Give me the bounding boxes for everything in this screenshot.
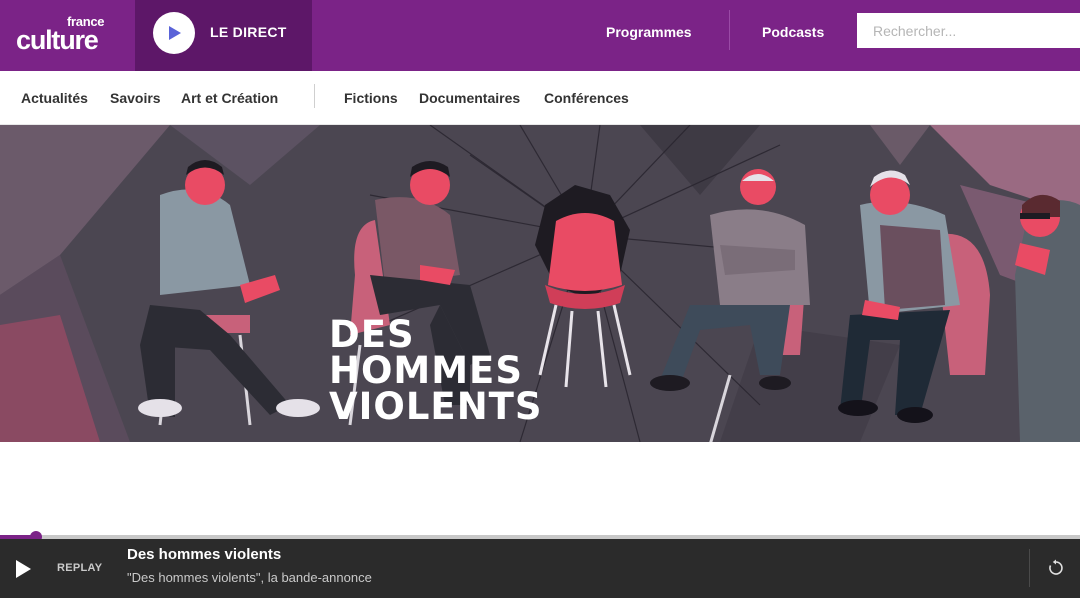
play-icon: [16, 560, 31, 578]
man-5: [1015, 194, 1080, 442]
hero-title-line: DES: [329, 313, 415, 356]
subnav-actualites[interactable]: Actualités: [21, 90, 88, 106]
nav-programmes[interactable]: Programmes: [606, 24, 692, 40]
player-play-button[interactable]: [0, 539, 45, 598]
nav-divider: [729, 10, 730, 50]
subnav-divider: [314, 84, 315, 108]
player-title[interactable]: Des hommes violents: [127, 546, 281, 563]
hero-title: DES HOMMES VIOLENTS: [329, 313, 543, 428]
subnav-documentaires[interactable]: Documentaires: [419, 90, 520, 106]
secondary-nav: Actualités Savoirs Art et Création Ficti…: [0, 71, 1080, 125]
restart-icon[interactable]: [1046, 558, 1066, 578]
subnav-savoirs[interactable]: Savoirs: [110, 90, 161, 106]
top-bar: france culture LE DIRECT Programmes Podc…: [0, 0, 1080, 71]
nav-podcasts[interactable]: Podcasts: [762, 24, 824, 40]
subnav-conferences[interactable]: Conférences: [544, 90, 629, 106]
player-divider: [1029, 549, 1030, 587]
live-label: LE DIRECT: [210, 24, 287, 40]
live-button[interactable]: LE DIRECT: [135, 0, 312, 71]
hero-banner[interactable]: DES HOMMES VIOLENTS: [0, 125, 1080, 442]
logo-big-text: culture: [16, 25, 99, 55]
replay-label: REPLAY: [57, 562, 103, 574]
subnav-fictions[interactable]: Fictions: [344, 90, 398, 106]
hero-title-line: HOMMES: [329, 349, 523, 392]
live-play-circle[interactable]: [153, 12, 195, 54]
play-icon: [169, 26, 181, 40]
search-input[interactable]: [857, 13, 1080, 48]
player-subtitle: "Des hommes violents", la bande-annonce: [127, 570, 372, 585]
hero-title-line: VIOLENTS: [329, 385, 543, 428]
subnav-art-et-creation[interactable]: Art et Création: [181, 90, 278, 106]
audio-player: REPLAY Des hommes violents "Des hommes v…: [0, 539, 1080, 598]
france-culture-logo[interactable]: france culture: [16, 14, 116, 55]
